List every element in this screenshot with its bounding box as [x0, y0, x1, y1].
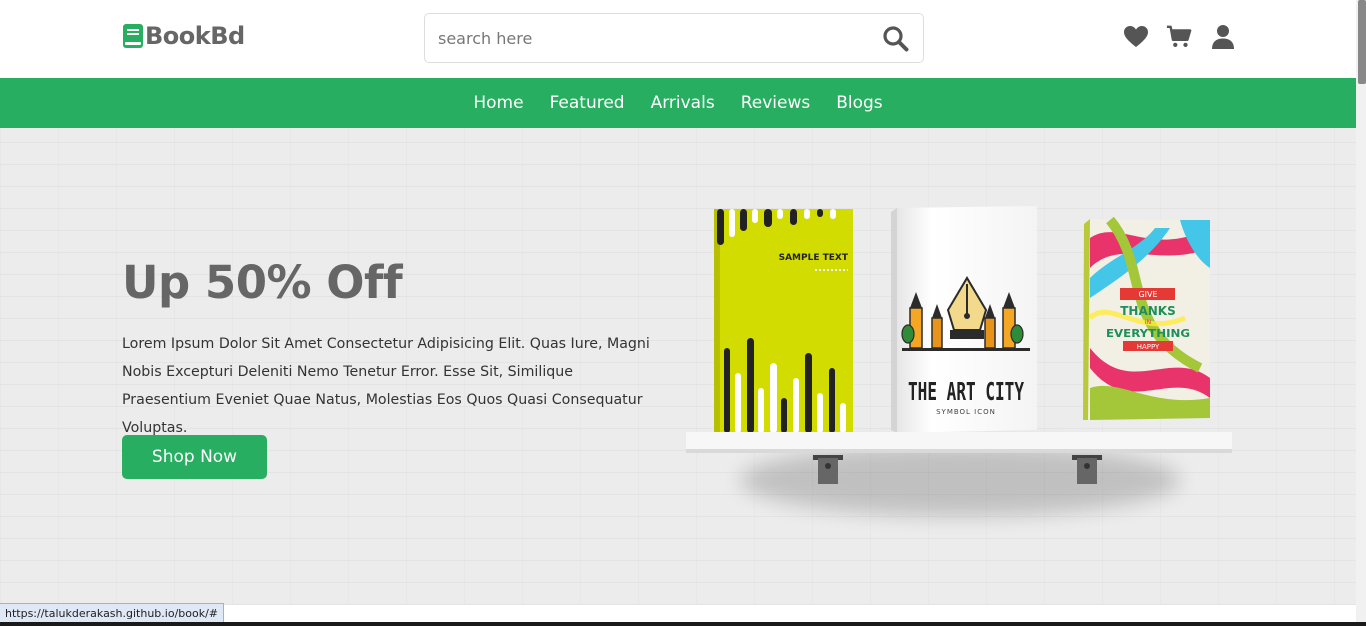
search-icon[interactable] — [882, 25, 909, 52]
main-nav: Home Featured Arrivals Reviews Blogs — [0, 78, 1356, 128]
book-cover-sample: SAMPLE TEXT — [714, 209, 853, 433]
book-shelf-image: SAMPLE TEXT THE ART CITY SYMBOL ICON GIV… — [686, 206, 1232, 516]
nav-item-reviews[interactable]: Reviews — [741, 93, 811, 113]
logo-text: BookBd — [145, 22, 245, 50]
cart-icon[interactable] — [1166, 24, 1192, 50]
book3-line4: EVERYTHING — [1106, 327, 1190, 340]
user-icon[interactable] — [1210, 24, 1236, 50]
book3-line5: HAPPY — [1137, 343, 1160, 351]
hero-title: Up 50% Off — [122, 256, 403, 309]
header: BookBd — [0, 0, 1356, 78]
nav-item-arrivals[interactable]: Arrivals — [651, 93, 715, 113]
book-icon — [123, 24, 143, 48]
status-bar-url: https://talukderakash.github.io/book/# — [0, 603, 225, 624]
bottom-strip — [0, 622, 1366, 626]
nav-item-home[interactable]: Home — [473, 93, 523, 113]
shop-now-button[interactable]: Shop Now — [122, 435, 267, 479]
book3-line3: IN — [1145, 319, 1151, 326]
hero-description: Lorem Ipsum Dolor Sit Amet Consectetur A… — [122, 336, 650, 436]
search-form — [424, 13, 924, 63]
hero-banner: Up 50% Off Lorem Ipsum Dolor Sit Amet Co… — [0, 128, 1356, 605]
book1-label: SAMPLE TEXT — [779, 253, 849, 263]
heart-icon[interactable] — [1123, 24, 1149, 50]
scrollbar-thumb[interactable] — [1358, 0, 1366, 84]
book2-subtitle: SYMBOL ICON — [936, 408, 996, 416]
page: BookBd Home Featured Arrivals Reviews — [0, 0, 1366, 626]
nav-item-featured[interactable]: Featured — [550, 93, 625, 113]
book3-line1: GIVE — [1138, 290, 1157, 299]
book-cover-give-thanks: GIVE THANKS IN EVERYTHING HAPPY — [1083, 216, 1210, 420]
logo-link[interactable]: BookBd — [122, 22, 245, 50]
book2-title: THE ART CITY — [908, 377, 1024, 406]
search-input[interactable] — [425, 15, 865, 61]
scrollbar-track[interactable] — [1356, 0, 1366, 622]
book-cover-art-city: THE ART CITY SYMBOL ICON — [891, 206, 1037, 433]
book3-line2: THANKS — [1120, 304, 1176, 318]
nav-item-blogs[interactable]: Blogs — [836, 93, 882, 113]
